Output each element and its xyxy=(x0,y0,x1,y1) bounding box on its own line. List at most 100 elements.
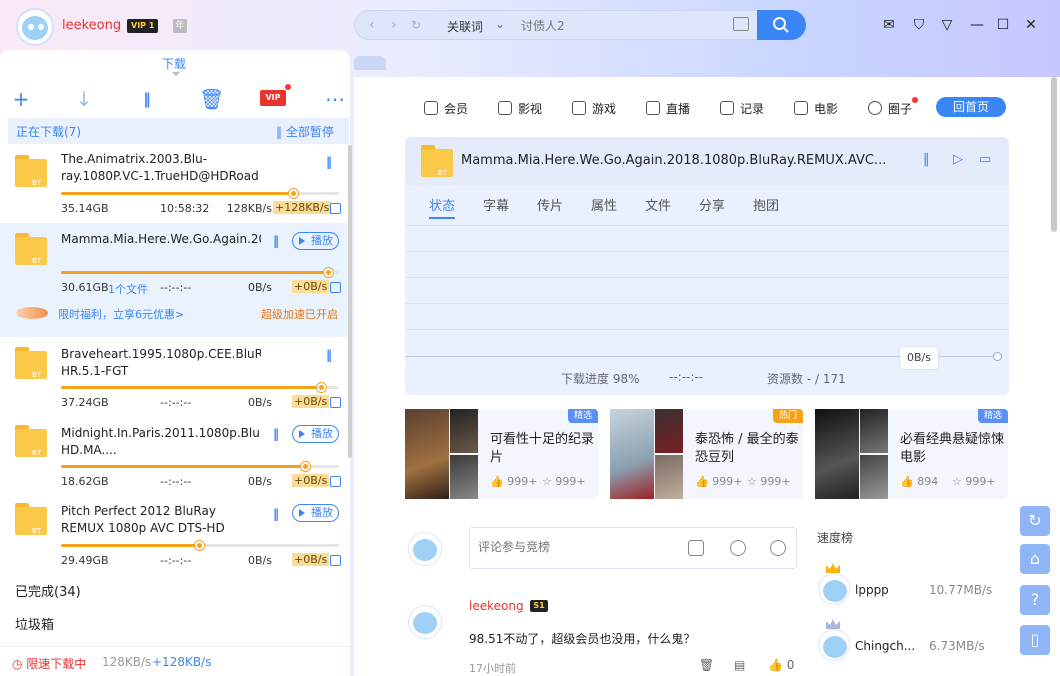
rank-name[interactable]: Chingch... xyxy=(855,639,915,653)
download-task[interactable]: BT Braveheart.1995.1080p.CEE.BluRay.AVC.… xyxy=(0,337,350,415)
task-list-scrollbar[interactable] xyxy=(348,145,352,458)
download-task-selected[interactable]: BT Mamma.Mia.Here.We.Go.Again.2018.1080p… xyxy=(0,223,350,337)
nav-game[interactable]: 游戏 xyxy=(572,100,616,117)
pause-icon[interactable]: ‖ xyxy=(326,348,332,362)
tab-files[interactable]: 文件 xyxy=(645,195,671,214)
download-icon[interactable]: ↓ xyxy=(73,88,95,110)
pause-all-button[interactable]: ‖ 全部暂停 xyxy=(276,123,334,140)
keyword-dropdown[interactable]: 关联词 xyxy=(447,18,483,35)
play-button[interactable]: 播放 xyxy=(292,504,339,522)
rec-likes[interactable]: 👍 894 xyxy=(900,475,938,488)
screen-icon[interactable]: ▭ xyxy=(979,152,991,167)
boost-icon[interactable] xyxy=(330,555,341,566)
rec-likes[interactable]: 👍 999+ xyxy=(695,475,742,488)
play-button[interactable]: 播放 xyxy=(292,232,339,250)
recommend-card[interactable]: 精选 可看性十足的纪录片 👍 999+ ☆ 999+ xyxy=(405,409,598,499)
nav-video[interactable]: 影视 xyxy=(498,100,542,117)
add-task-icon[interactable]: + xyxy=(10,88,32,110)
close-icon[interactable]: ✕ xyxy=(1022,16,1040,34)
pause-icon[interactable]: ‖ xyxy=(273,507,279,521)
pause-icon[interactable]: ‖ xyxy=(326,155,332,169)
tab-upload[interactable]: 传片 xyxy=(537,195,563,214)
home-button[interactable]: 回首页 xyxy=(936,97,1006,117)
gold-crown-icon xyxy=(826,563,840,573)
tab-share[interactable]: 分享 xyxy=(699,195,725,214)
download-task[interactable]: BT Pitch Perfect 2012 BluRay REMUX 1080p… xyxy=(0,493,350,571)
menu-icon[interactable]: ▽ xyxy=(938,16,956,34)
play-button[interactable]: 播放 xyxy=(292,425,339,443)
boost-icon[interactable] xyxy=(330,476,341,487)
nav-record[interactable]: 记录 xyxy=(720,100,764,117)
nav-live[interactable]: 直播 xyxy=(646,100,690,117)
search-input[interactable] xyxy=(521,17,721,35)
comment-input[interactable] xyxy=(478,540,658,554)
my-avatar[interactable] xyxy=(408,532,442,566)
vip-level-badge[interactable]: VIP 1 xyxy=(127,19,159,33)
rec-favorites[interactable]: ☆ 999+ xyxy=(542,475,586,488)
promo-link[interactable]: 限时福利，立享6元优惠> xyxy=(58,306,184,322)
like-button[interactable]: 👍 0 xyxy=(768,658,794,672)
comment-username[interactable]: leekeong xyxy=(469,599,524,613)
mail-icon[interactable]: ✉ xyxy=(880,16,898,34)
skin-icon[interactable]: ⛉ xyxy=(910,16,928,34)
pause-icon[interactable]: ‖ xyxy=(273,234,279,248)
progress-bar xyxy=(61,383,339,392)
rank-avatar[interactable] xyxy=(818,629,850,661)
task-files-link[interactable]: 1个文件 xyxy=(108,281,148,297)
rec-favorites[interactable]: ☆ 999+ xyxy=(952,475,996,488)
more-icon[interactable]: ⋯ xyxy=(324,88,346,110)
home-side-icon[interactable]: ⌂ xyxy=(1020,544,1050,574)
pause-icon[interactable]: ‖ xyxy=(136,88,158,110)
rank-name[interactable]: lpppp xyxy=(855,583,889,597)
tab-download[interactable]: 下载 xyxy=(162,55,186,72)
refresh-side-icon[interactable]: ↻ xyxy=(1020,506,1050,536)
chevron-down-icon[interactable]: ⌄ xyxy=(495,17,505,31)
folder-icon[interactable] xyxy=(733,17,749,31)
maximize-icon[interactable]: ☐ xyxy=(994,16,1012,34)
username[interactable]: leekeong xyxy=(62,18,121,33)
nav-member[interactable]: 会员 xyxy=(424,100,468,117)
tab-status[interactable]: 状态 xyxy=(429,195,456,219)
delete-icon[interactable]: 🗑 xyxy=(699,658,714,672)
pause-icon[interactable]: ‖ xyxy=(273,427,279,441)
download-task[interactable]: BT Midnight.In.Paris.2011.1080p.Bluray.R… xyxy=(0,415,350,493)
search-icon xyxy=(773,17,789,33)
rec-likes[interactable]: 👍 999+ xyxy=(490,475,537,488)
help-side-icon[interactable]: ? xyxy=(1020,585,1050,615)
boost-icon[interactable] xyxy=(330,282,341,293)
delete-icon[interactable]: 🗑 xyxy=(199,88,224,110)
recommend-card[interactable]: 热门 泰恐怖 / 最全的泰恐豆列 👍 999+ ☆ 999+ xyxy=(610,409,803,499)
task-size: 29.49GB xyxy=(61,554,109,567)
back-icon[interactable]: ‹ xyxy=(369,17,375,33)
refresh-icon[interactable]: ↻ xyxy=(411,18,421,32)
speed-limit-status[interactable]: ◷ 限速下载中 xyxy=(12,655,86,672)
mobile-side-icon[interactable]: ▯ xyxy=(1020,625,1050,655)
play-icon[interactable]: ▷ xyxy=(953,152,963,167)
nav-circle[interactable]: 圈子 xyxy=(868,100,912,117)
secondary-tab[interactable] xyxy=(354,56,386,70)
minimize-icon[interactable]: — xyxy=(968,16,986,34)
boost-icon[interactable] xyxy=(330,397,341,408)
vip-button[interactable]: VIP xyxy=(260,90,286,106)
search-button[interactable] xyxy=(757,10,806,40)
completed-section[interactable]: 已完成(34) xyxy=(15,581,81,600)
download-task[interactable]: BT The.Animatrix.2003.Blu-ray.1080P.VC-1… xyxy=(0,145,350,223)
image-icon[interactable] xyxy=(688,540,704,556)
tab-properties[interactable]: 属性 xyxy=(591,195,617,214)
forward-icon[interactable]: › xyxy=(391,17,397,33)
rec-favorites[interactable]: ☆ 999+ xyxy=(747,475,791,488)
commenter-avatar[interactable] xyxy=(408,605,442,639)
recommend-card[interactable]: 精选 必看经典悬疑惊悚电影 👍 894 ☆ 999+ xyxy=(815,409,1008,499)
tab-subtitle[interactable]: 字幕 xyxy=(483,195,509,214)
boost-icon[interactable] xyxy=(330,203,341,214)
link-icon[interactable] xyxy=(730,540,746,556)
rank-avatar[interactable] xyxy=(818,573,850,605)
reply-icon[interactable]: ▤ xyxy=(734,658,745,672)
content-scrollbar[interactable] xyxy=(1051,77,1057,232)
pause-icon[interactable]: ‖ xyxy=(923,152,930,167)
emoji-icon[interactable] xyxy=(770,540,786,556)
trash-section[interactable]: 垃圾箱 xyxy=(15,614,54,633)
tab-group[interactable]: 抱团 xyxy=(753,195,779,214)
nav-movie[interactable]: 电影 xyxy=(794,100,838,117)
user-avatar[interactable] xyxy=(16,8,54,46)
